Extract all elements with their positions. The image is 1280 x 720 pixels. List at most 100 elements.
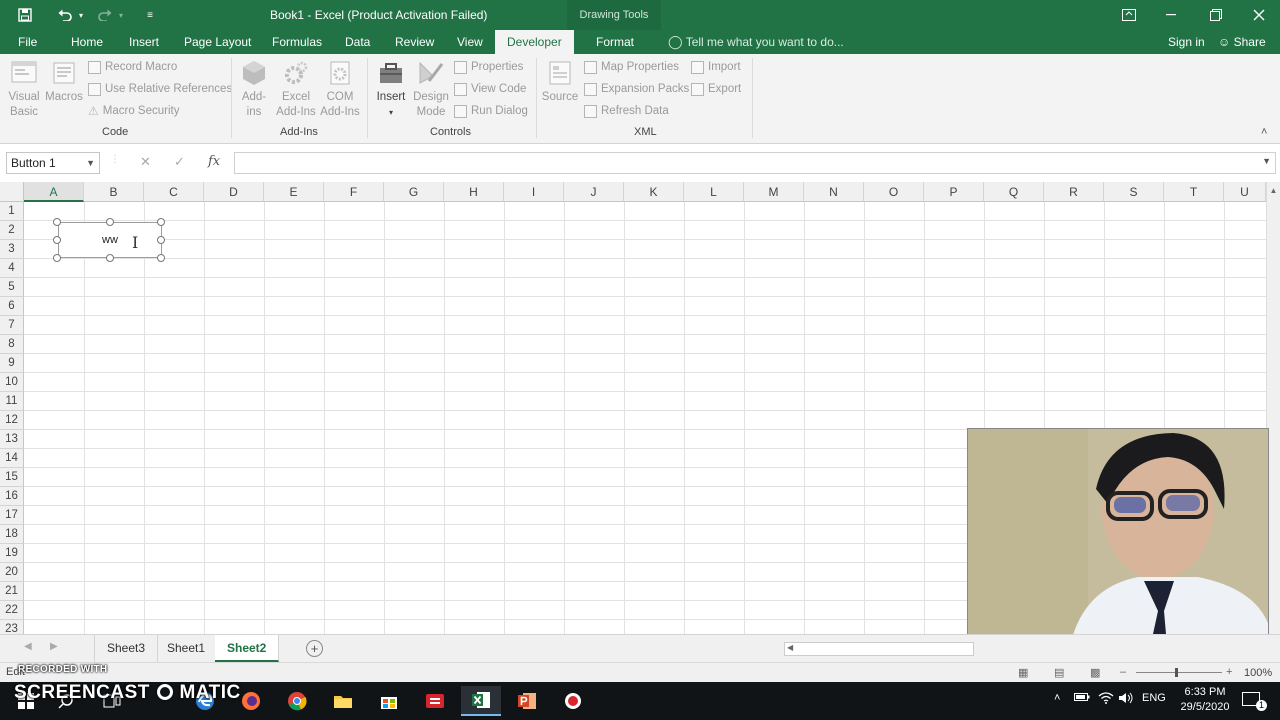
insert-function-icon[interactable]: fx	[208, 154, 220, 169]
row-header[interactable]: 16	[0, 487, 24, 506]
row-header[interactable]: 20	[0, 563, 24, 582]
undo-icon[interactable]	[56, 5, 74, 25]
tab-developer[interactable]: Developer	[495, 30, 574, 54]
zoom-in-icon[interactable]: +	[1226, 666, 1232, 678]
row-header[interactable]: 11	[0, 392, 24, 411]
resize-handle[interactable]	[157, 254, 165, 262]
export-button[interactable]: Export	[691, 80, 741, 98]
undo-dropdown-icon[interactable]: ▾	[76, 5, 86, 25]
column-header[interactable]: A	[24, 182, 84, 202]
scroll-up-icon[interactable]: ▲	[1267, 186, 1280, 195]
notification-center-icon[interactable]: 1	[1242, 692, 1267, 711]
select-all-corner[interactable]	[0, 182, 24, 202]
minimize-icon[interactable]	[1150, 0, 1194, 30]
name-box-dropdown-icon[interactable]: ▼	[86, 153, 95, 173]
horizontal-scrollbar[interactable]: ◀	[784, 642, 974, 656]
file-explorer-icon[interactable]	[323, 686, 363, 716]
enter-icon[interactable]: ✓	[174, 154, 185, 170]
formula-input[interactable]: ▼	[234, 152, 1276, 174]
row-header[interactable]: 7	[0, 316, 24, 335]
collapse-ribbon-icon[interactable]: ˄	[1261, 126, 1267, 138]
column-header[interactable]: S	[1104, 182, 1164, 202]
tab-home[interactable]: Home	[67, 30, 107, 54]
next-sheet-icon[interactable]: ▶	[50, 641, 58, 652]
column-header[interactable]: T	[1164, 182, 1224, 202]
tab-review[interactable]: Review	[391, 30, 438, 54]
page-break-view-icon[interactable]: ▩	[1090, 666, 1100, 679]
add-ins-button[interactable]: Add-ins	[238, 58, 270, 120]
refresh-data-button[interactable]: Refresh Data	[584, 102, 669, 120]
macros-button[interactable]: Macros	[44, 58, 84, 105]
column-header[interactable]: E	[264, 182, 324, 202]
column-header[interactable]: G	[384, 182, 444, 202]
tab-insert[interactable]: Insert	[125, 30, 163, 54]
tab-format[interactable]: Format	[592, 30, 638, 54]
tab-page-layout[interactable]: Page Layout	[180, 30, 255, 54]
column-header[interactable]: R	[1044, 182, 1104, 202]
row-header[interactable]: 13	[0, 430, 24, 449]
customize-toolbar-icon[interactable]: ≡	[142, 5, 158, 25]
tell-me-search[interactable]: ◯ Tell me what you want to do...	[668, 34, 844, 50]
zoom-slider-knob[interactable]	[1175, 668, 1178, 677]
tab-formulas[interactable]: Formulas	[268, 30, 326, 54]
row-header[interactable]: 2	[0, 221, 24, 240]
import-button[interactable]: Import	[691, 58, 741, 76]
excel-add-ins-button[interactable]: Excel Add-Ins	[276, 58, 316, 120]
row-header[interactable]: 3	[0, 240, 24, 259]
row-header[interactable]: 22	[0, 601, 24, 620]
column-header[interactable]: J	[564, 182, 624, 202]
sheet-tab[interactable]: Sheet3	[94, 635, 159, 662]
resize-handle[interactable]	[106, 218, 114, 226]
column-header[interactable]: C	[144, 182, 204, 202]
resize-handle[interactable]	[53, 236, 61, 244]
form-control-button[interactable]: ww	[58, 222, 162, 258]
wifi-icon[interactable]	[1098, 692, 1114, 707]
insert-controls-button[interactable]: Insert ▾	[372, 58, 410, 120]
row-header[interactable]: 8	[0, 335, 24, 354]
source-button[interactable]: Source	[540, 58, 580, 105]
clock[interactable]: 6:33 PM 29/5/2020	[1162, 685, 1248, 715]
resize-handle[interactable]	[157, 218, 165, 226]
restore-icon[interactable]	[1194, 0, 1238, 30]
prev-sheet-icon[interactable]: ◀	[24, 641, 32, 652]
macro-security-button[interactable]: ⚠ Macro Security	[88, 102, 179, 120]
scroll-left-icon[interactable]: ◀	[787, 643, 793, 652]
row-header[interactable]: 15	[0, 468, 24, 487]
properties-button[interactable]: Properties	[454, 58, 523, 76]
map-properties-button[interactable]: Map Properties	[584, 58, 679, 76]
column-header[interactable]: L	[684, 182, 744, 202]
row-header[interactable]: 18	[0, 525, 24, 544]
row-header[interactable]: 21	[0, 582, 24, 601]
row-header[interactable]: 10	[0, 373, 24, 392]
view-code-button[interactable]: View Code	[454, 80, 526, 98]
zoom-out-icon[interactable]: –	[1120, 666, 1126, 678]
page-layout-view-icon[interactable]: ▤	[1054, 666, 1064, 679]
row-header[interactable]: 12	[0, 411, 24, 430]
column-header[interactable]: U	[1224, 182, 1266, 202]
show-hidden-icons-icon[interactable]: ˄	[1054, 692, 1060, 704]
volume-icon[interactable]	[1118, 692, 1134, 707]
column-header[interactable]: B	[84, 182, 144, 202]
ime-app-icon[interactable]	[415, 686, 455, 716]
battery-icon[interactable]	[1074, 692, 1090, 705]
resize-handle[interactable]	[53, 254, 61, 262]
zoom-slider[interactable]	[1136, 672, 1222, 673]
row-header[interactable]: 4	[0, 259, 24, 278]
sheet-tab-active[interactable]: Sheet2	[215, 635, 280, 662]
row-header[interactable]: 1	[0, 202, 24, 221]
column-header[interactable]: D	[204, 182, 264, 202]
run-dialog-button[interactable]: Run Dialog	[454, 102, 528, 120]
design-mode-button[interactable]: Design Mode	[412, 58, 450, 120]
column-header[interactable]: Q	[984, 182, 1044, 202]
store-icon[interactable]	[369, 686, 409, 716]
tab-file[interactable]: File	[14, 30, 41, 54]
sign-in-link[interactable]: Sign in	[1168, 35, 1205, 49]
recorder-icon[interactable]	[553, 686, 593, 716]
chrome-icon[interactable]	[277, 686, 317, 716]
expand-formula-bar-icon[interactable]: ▼	[1262, 156, 1271, 166]
add-sheet-icon[interactable]: +	[306, 640, 323, 657]
tab-data[interactable]: Data	[341, 30, 374, 54]
row-header[interactable]: 9	[0, 354, 24, 373]
row-header[interactable]: 5	[0, 278, 24, 297]
row-header[interactable]: 17	[0, 506, 24, 525]
